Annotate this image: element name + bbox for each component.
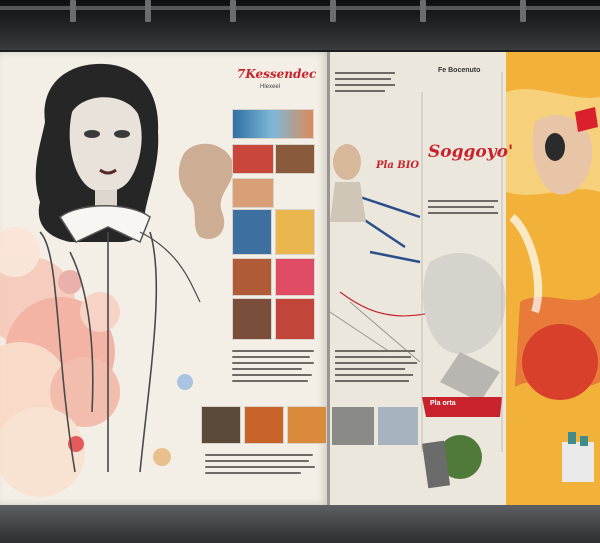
spotlight (420, 0, 426, 22)
spotlight (70, 0, 76, 22)
text-line (205, 460, 309, 462)
text-line (205, 466, 315, 468)
floral-watercolor (0, 227, 120, 497)
photo-thumb (275, 209, 315, 255)
photo-thumb (232, 258, 272, 296)
photo-thumb (244, 406, 284, 444)
photo-thumb (232, 178, 274, 208)
photo-thumb (275, 258, 315, 296)
right-headline: Pla orta (430, 400, 456, 407)
right-top-label: Fe Bocenuto (438, 67, 481, 74)
photo-thumb (201, 406, 241, 444)
text-line (232, 374, 312, 376)
skyline (562, 442, 594, 482)
spotlight (230, 0, 236, 22)
right-mid-label: Pla BIO (376, 160, 420, 171)
photo-thumb (275, 144, 315, 174)
photo-thumb (332, 407, 374, 445)
left-subhead: Hlexeel (260, 84, 281, 90)
right-big-title: Soggoyo' (428, 142, 514, 162)
collage-face-shape (422, 253, 506, 354)
text-line (205, 472, 301, 474)
small-portrait (333, 144, 361, 180)
ceiling-rig (0, 0, 600, 50)
text-line (232, 380, 308, 382)
spotlight (330, 0, 336, 22)
right-exhibition-panel: Fe Bocenuto Soggoyo' Pla BIO Pla orta (330, 52, 600, 505)
spotlight (520, 0, 526, 22)
torn-paper-collage (178, 143, 234, 240)
photo-banner (232, 109, 314, 139)
blue-dot (177, 374, 193, 390)
diagram-lines (359, 195, 421, 264)
right-panel-artwork (330, 52, 600, 505)
red-sphere (522, 324, 598, 400)
portrait-face (69, 97, 142, 193)
text-line (232, 350, 314, 352)
spotlight (145, 0, 151, 22)
left-headline: 7Kessendec (237, 67, 317, 81)
text-line (205, 454, 313, 456)
gallery-floor (0, 505, 600, 543)
photo-thumb (378, 407, 418, 445)
photo-thumb (275, 298, 315, 340)
text-line (232, 362, 314, 364)
ceiling-truss (0, 6, 600, 10)
text-line (232, 356, 310, 358)
tan-dot (153, 448, 171, 466)
photo-thumb (287, 406, 327, 444)
text-line (232, 368, 302, 370)
left-exhibition-panel: 7Kessendec Hlexeel (0, 52, 328, 505)
photo-thumb (232, 144, 274, 174)
photo-thumb (232, 209, 272, 255)
photo-thumb (232, 298, 272, 340)
